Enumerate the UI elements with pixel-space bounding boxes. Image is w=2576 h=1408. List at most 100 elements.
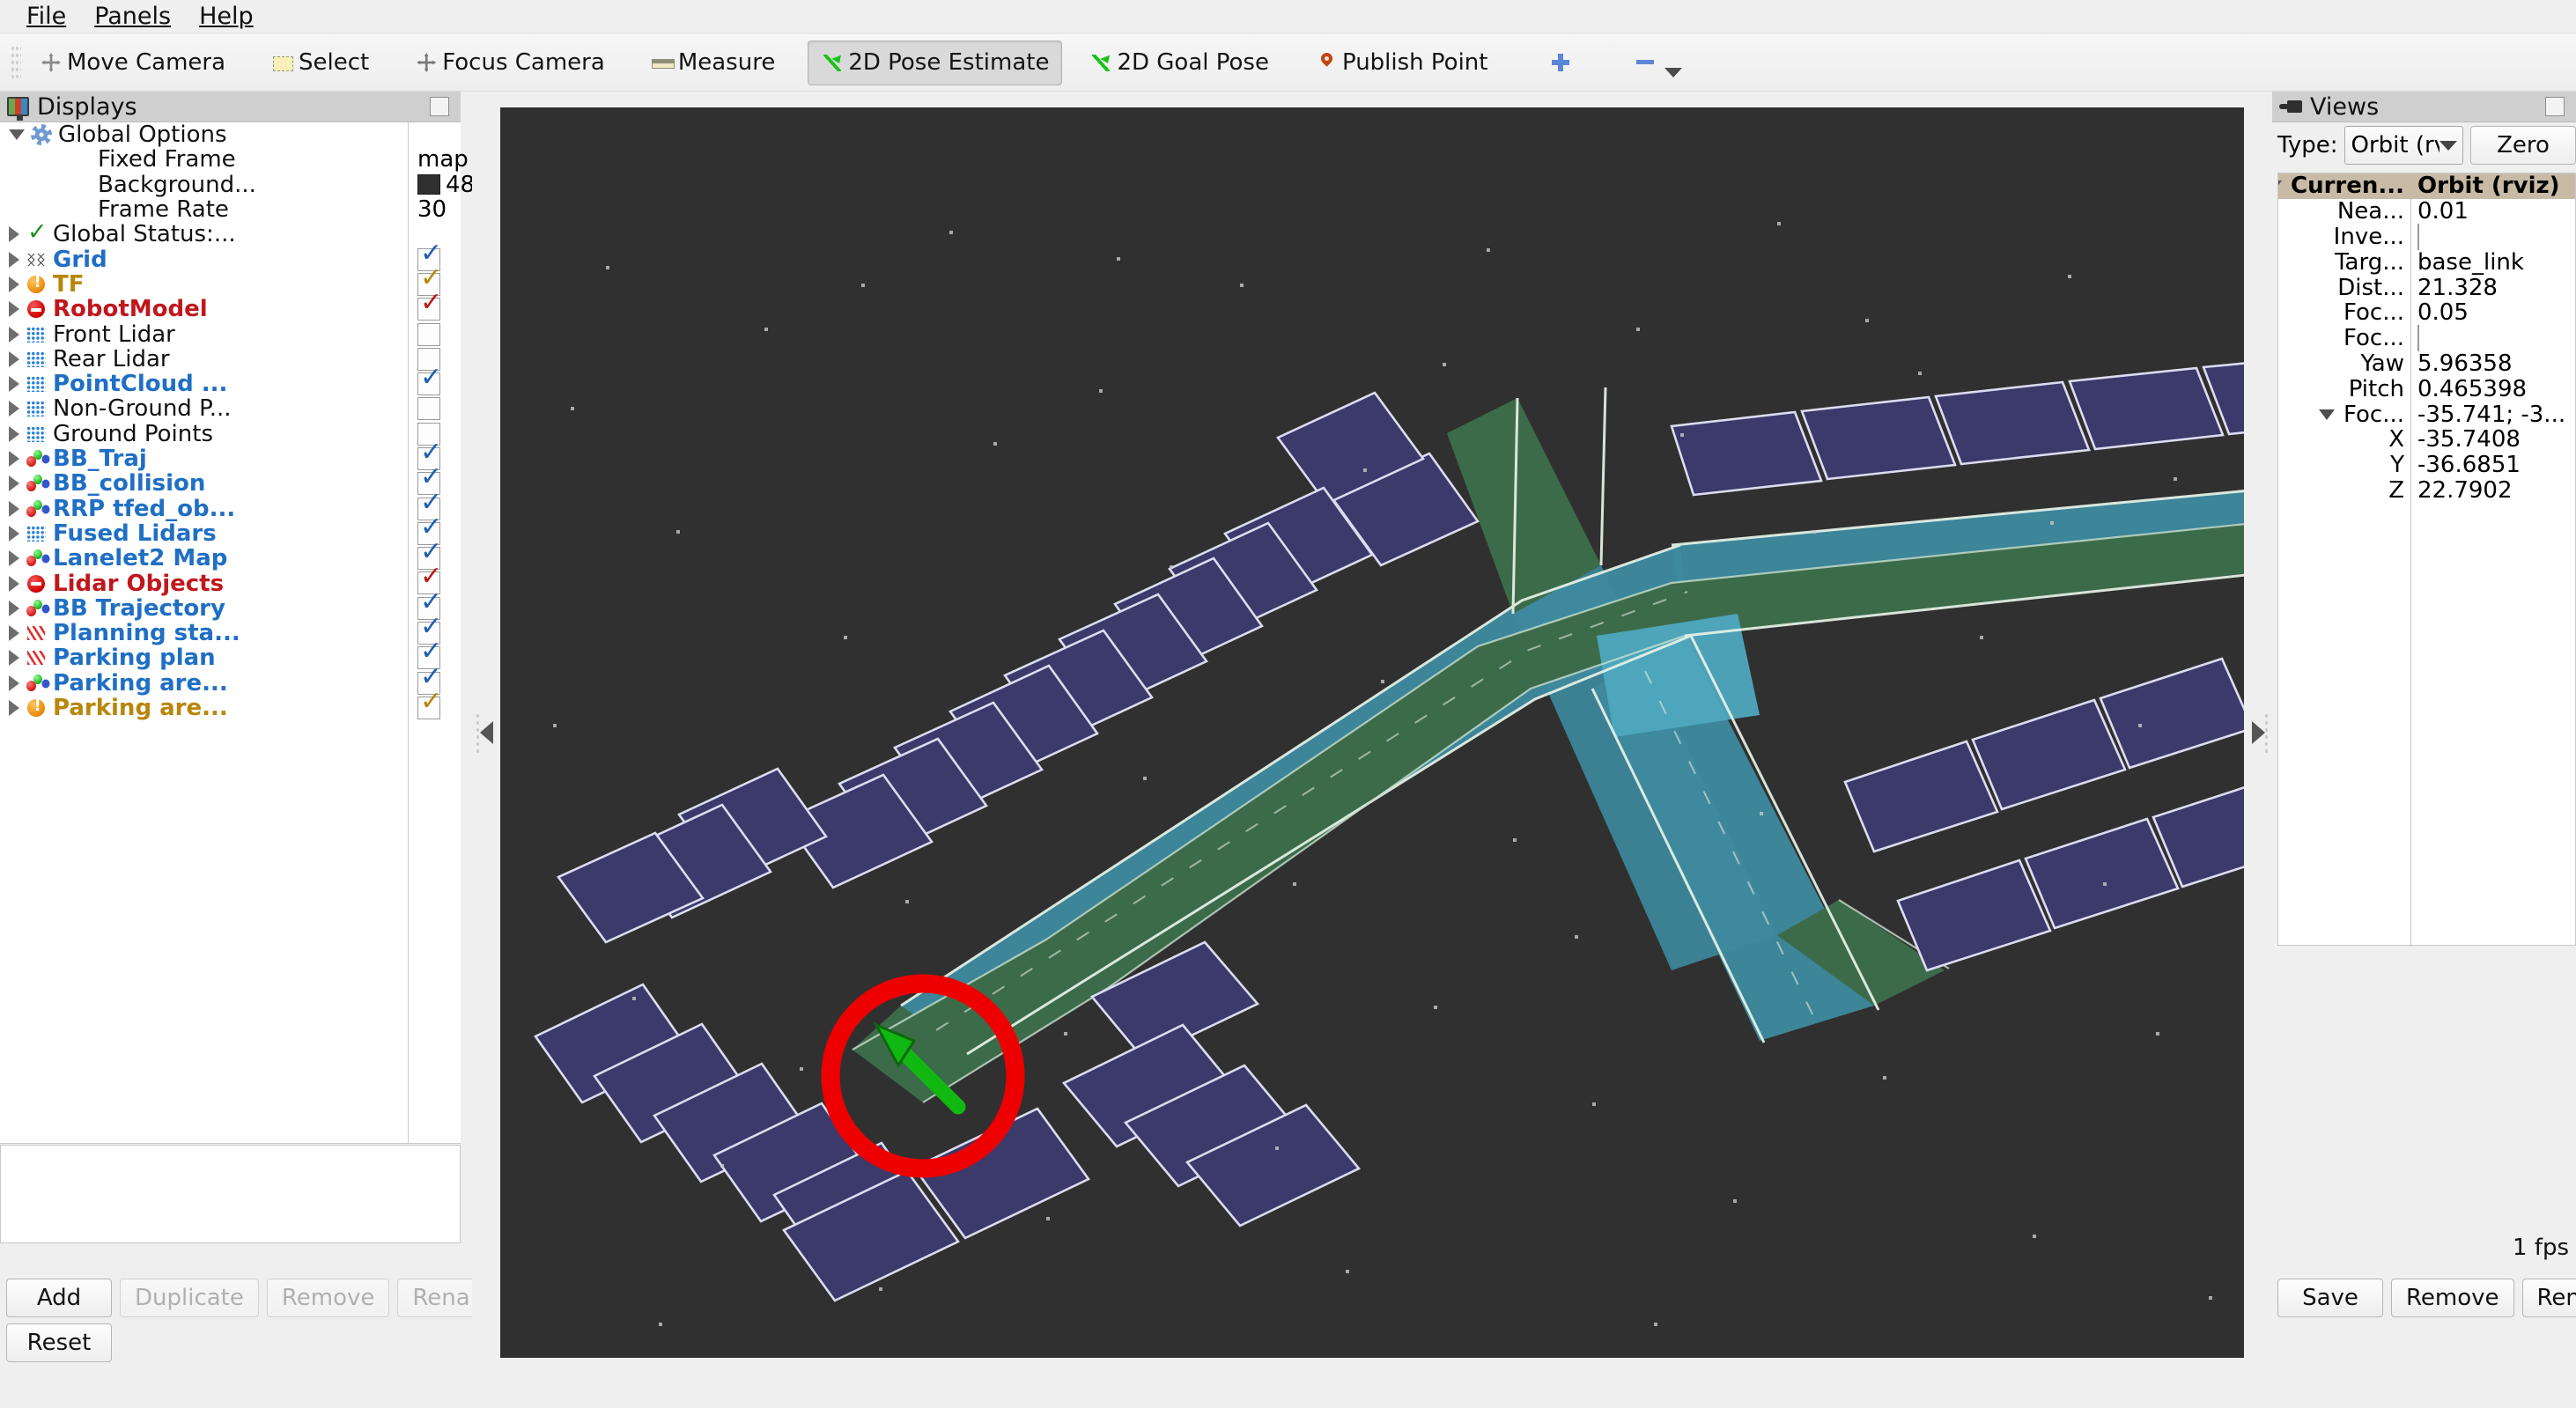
display-row-value[interactable]: [410, 365, 442, 396]
display-row[interactable]: Lanelet2 Map: [0, 539, 461, 571]
view-property-value[interactable]: 22.7902: [2410, 477, 2575, 504]
expand-arrow-right-icon[interactable]: [9, 301, 19, 318]
expand-arrow-right-icon[interactable]: [9, 600, 19, 616]
view-property-value[interactable]: [2410, 224, 2575, 250]
expand-arrow-right-icon[interactable]: [9, 525, 19, 542]
tool-publish-point[interactable]: Publish Point: [1302, 41, 1502, 85]
view-property-value[interactable]: 0.01: [2410, 198, 2575, 225]
views-properties-tree[interactable]: Curren... Orbit (rviz) Nea... 0.01 Inve... Ta…: [2277, 173, 2576, 947]
view-property-row[interactable]: X -35.7408: [2278, 426, 2575, 453]
display-row[interactable]: Global Options: [0, 122, 461, 148]
display-row[interactable]: BB_collision: [0, 464, 461, 497]
view-property-row[interactable]: Foc...: [2278, 325, 2575, 352]
display-row[interactable]: Fixed Frame map: [0, 146, 469, 173]
color-swatch[interactable]: [417, 174, 440, 195]
display-row[interactable]: TF: [0, 265, 461, 298]
view-property-row[interactable]: Pitch 0.465398: [2278, 376, 2575, 402]
rename-view-button[interactable]: Rename: [2521, 1279, 2576, 1317]
tool-add-tool[interactable]: [1536, 41, 1585, 85]
expand-arrow-right-icon[interactable]: [9, 276, 19, 292]
expand-arrow-right-icon[interactable]: [9, 550, 19, 567]
view-property-checkbox[interactable]: [2417, 325, 2419, 352]
view-property-checkbox[interactable]: [2417, 224, 2419, 250]
tool-select[interactable]: Select: [258, 41, 382, 85]
display-row-value[interactable]: [410, 396, 440, 421]
menu-help[interactable]: Help: [185, 0, 268, 33]
display-row[interactable]: Global Status:...: [0, 221, 461, 247]
display-row-value[interactable]: [410, 290, 442, 321]
view-property-value[interactable]: [2410, 325, 2575, 352]
views-float-button[interactable]: [2545, 97, 2565, 116]
display-row-value[interactable]: [410, 321, 440, 346]
display-row[interactable]: Front Lidar: [0, 321, 461, 348]
display-row[interactable]: Parking are...: [0, 689, 461, 721]
view-property-row[interactable]: Yaw 5.96358: [2278, 350, 2575, 377]
display-row[interactable]: Parking plan: [0, 638, 461, 671]
reset-button[interactable]: Reset: [6, 1323, 112, 1362]
display-row[interactable]: PointCloud ...: [0, 365, 461, 397]
save-view-button[interactable]: Save: [2277, 1279, 2383, 1317]
view-property-value[interactable]: -35.741; -3...: [2410, 402, 2575, 428]
view-property-row[interactable]: Targ... base_link: [2278, 249, 2575, 276]
view-property-value[interactable]: base_link: [2410, 249, 2575, 276]
display-row[interactable]: RobotModel: [0, 290, 461, 322]
expand-arrow-down-icon[interactable]: [2318, 409, 2335, 420]
expand-arrow-right-icon[interactable]: [9, 425, 19, 442]
tool-2d-pose-estimate[interactable]: 2D Pose Estimate: [808, 40, 1063, 85]
display-row[interactable]: RRP tfed_ob...: [0, 490, 461, 522]
zero-button[interactable]: Zero: [2470, 126, 2576, 165]
collapse-right-arrow-icon[interactable]: [2251, 721, 2265, 744]
expand-arrow-right-icon[interactable]: [9, 500, 19, 517]
view-property-row[interactable]: Curren... Orbit (rviz): [2278, 173, 2575, 199]
expand-arrow-right-icon[interactable]: [9, 350, 19, 367]
expand-arrow-right-icon[interactable]: [9, 401, 19, 417]
view-property-row[interactable]: Nea... 0.01: [2278, 198, 2575, 225]
display-row[interactable]: Lidar Objects: [0, 564, 461, 597]
expand-arrow-right-icon[interactable]: [9, 475, 19, 492]
view-property-row[interactable]: Foc... -35.741; -3...: [2278, 402, 2575, 428]
display-row[interactable]: Non-Ground P...: [0, 395, 461, 422]
render-viewport-3d[interactable]: [500, 107, 2244, 1358]
expand-arrow-right-icon[interactable]: [9, 625, 19, 642]
view-property-row[interactable]: Y -36.6851: [2278, 452, 2575, 478]
display-row-value[interactable]: 30: [410, 196, 447, 223]
tool-2d-goal-pose[interactable]: 2D Goal Pose: [1076, 41, 1282, 85]
display-row-value[interactable]: map: [410, 146, 469, 173]
displays-tree[interactable]: Global Options Fixed Frame map Background..…: [0, 122, 563, 1144]
enable-checkbox[interactable]: [417, 290, 442, 321]
tool-focus-camera[interactable]: Focus Camera: [402, 41, 618, 85]
tool-move-camera[interactable]: Move Camera: [26, 41, 239, 85]
view-property-value[interactable]: 0.05: [2410, 299, 2575, 326]
expand-arrow-right-icon[interactable]: [9, 226, 19, 243]
expand-arrow-right-icon[interactable]: [9, 376, 19, 393]
display-row-value[interactable]: [410, 689, 442, 720]
view-property-value[interactable]: -36.6851: [2410, 452, 2575, 478]
view-property-row[interactable]: Inve...: [2278, 224, 2575, 250]
display-row[interactable]: Grid: [0, 240, 461, 273]
left-splitter[interactable]: [472, 107, 500, 1358]
view-property-row[interactable]: Foc... 0.05: [2278, 299, 2575, 326]
menu-panels[interactable]: Panels: [80, 0, 185, 33]
menu-file[interactable]: File: [12, 0, 80, 33]
view-property-row[interactable]: Z 22.7902: [2278, 477, 2575, 504]
expand-arrow-down-icon[interactable]: [2278, 181, 2282, 192]
display-row-value[interactable]: [410, 122, 417, 147]
display-row[interactable]: BB Trajectory: [0, 589, 461, 622]
enable-checkbox[interactable]: [417, 322, 440, 346]
display-row[interactable]: Ground Points: [0, 421, 461, 447]
enable-checkbox[interactable]: [417, 689, 442, 719]
right-splitter[interactable]: [2244, 107, 2272, 1358]
expand-arrow-right-icon[interactable]: [9, 675, 19, 691]
expand-arrow-right-icon[interactable]: [9, 326, 19, 343]
expand-arrow-right-icon[interactable]: [9, 650, 19, 667]
display-row[interactable]: Parking are...: [0, 664, 461, 697]
display-row-value[interactable]: [410, 222, 417, 247]
expand-arrow-right-icon[interactable]: [9, 451, 19, 468]
expand-arrow-right-icon[interactable]: [9, 699, 19, 716]
enable-checkbox[interactable]: [417, 365, 442, 396]
display-row[interactable]: Rear Lidar: [0, 346, 461, 372]
expand-arrow-right-icon[interactable]: [9, 251, 19, 268]
displays-float-button[interactable]: [430, 97, 449, 116]
display-row[interactable]: Frame Rate 30: [0, 196, 461, 223]
view-type-combobox[interactable]: Orbit (rviz: [2344, 126, 2463, 165]
